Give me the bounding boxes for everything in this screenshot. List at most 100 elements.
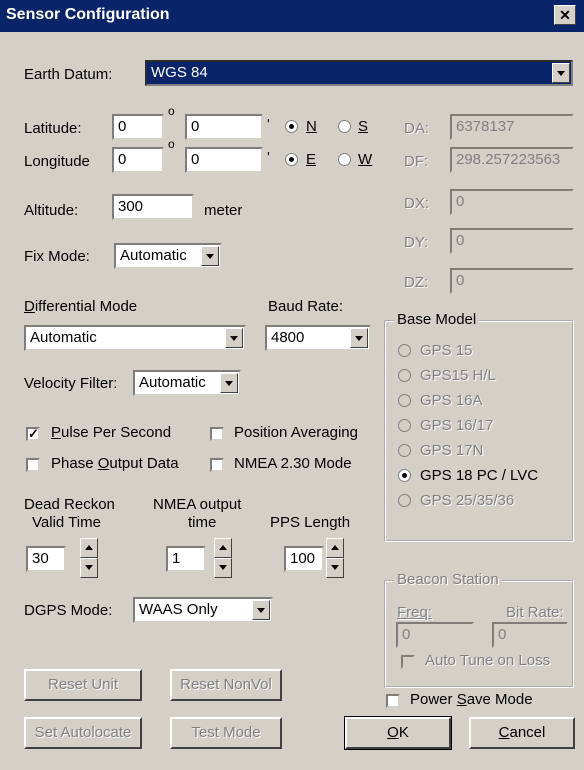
longitude-minutes-input[interactable]: 0 <box>185 147 263 173</box>
degree-symbol: o <box>168 137 175 151</box>
base-model-option-label: GPS 17N <box>420 442 484 459</box>
pulse-per-second-checkbox[interactable]: ✓ <box>26 427 40 441</box>
position-averaging-label: Position Averaging <box>234 424 358 441</box>
reset-unit-button[interactable]: Reset Unit <box>24 669 142 701</box>
nmea-230-mode-checkbox[interactable] <box>210 458 224 472</box>
altitude-unit: meter <box>204 202 243 219</box>
spin-down-icon[interactable] <box>214 558 232 578</box>
base-model-radio <box>398 419 411 432</box>
dead-reckon-input[interactable]: 30 <box>26 546 66 572</box>
da-label: DA: <box>404 120 430 137</box>
phase-output-data-checkbox[interactable] <box>26 458 40 472</box>
base-model-radio <box>398 344 411 357</box>
longitude-west-label: W <box>358 151 373 168</box>
pps-length-spinner[interactable] <box>326 538 344 578</box>
chevron-down-icon[interactable] <box>552 63 570 83</box>
baud-rate-label: Baud Rate: <box>268 298 344 315</box>
latitude-south-label: S <box>358 118 369 135</box>
cancel-button[interactable]: Cancel <box>469 717 575 749</box>
chevron-down-icon[interactable] <box>350 328 368 348</box>
phase-output-data-label: Phase Output Data <box>51 455 179 472</box>
longitude-degrees-input[interactable]: 0 <box>112 147 164 173</box>
position-averaging-checkbox[interactable] <box>210 427 224 441</box>
beacon-station-title: Beacon Station <box>394 571 502 588</box>
longitude-west-radio[interactable] <box>338 153 351 166</box>
base-model-option-label: GPS 18 PC / LVC <box>420 467 539 484</box>
freq-field: 0 <box>396 622 474 648</box>
dx-field: 0 <box>450 189 574 215</box>
base-model-radio[interactable] <box>398 469 411 482</box>
base-model-option-label: GPS 16/17 <box>420 417 494 434</box>
pulse-per-second-label: Pulse Per Second <box>51 424 172 441</box>
base-model-option-label: GPS 16A <box>420 392 483 409</box>
dgps-mode-label: DGPS Mode: <box>24 602 113 619</box>
power-save-mode-label: Power Save Mode <box>410 691 533 708</box>
latitude-minutes-input[interactable]: 0 <box>185 114 263 140</box>
base-model-option-label: GPS15 H/L <box>420 367 496 384</box>
velocity-filter-select[interactable]: Automatic <box>133 370 241 396</box>
set-autolocate-button[interactable]: Set Autolocate <box>24 717 142 749</box>
spin-up-icon[interactable] <box>214 538 232 558</box>
spin-down-icon[interactable] <box>326 558 344 578</box>
altitude-input[interactable]: 300 <box>112 194 194 220</box>
latitude-south-radio[interactable] <box>338 120 351 133</box>
nmea-230-mode-label: NMEA 2.30 Mode <box>234 455 352 472</box>
chevron-down-icon[interactable] <box>252 600 270 620</box>
base-model-radio <box>398 494 411 507</box>
latitude-degrees-input[interactable]: 0 <box>112 114 164 140</box>
nmea-output-spinner[interactable] <box>214 538 232 578</box>
fix-mode-select[interactable]: Automatic <box>114 243 222 269</box>
nmea-output-label-line2: time <box>188 514 217 531</box>
nmea-output-input[interactable]: 1 <box>166 546 206 572</box>
dead-reckon-label-line1: Dead Reckon <box>24 496 115 513</box>
dgps-mode-value: WAAS Only <box>139 601 218 618</box>
close-button[interactable]: ✕ <box>554 5 576 25</box>
auto-tune-label: Auto Tune on Loss <box>425 652 551 669</box>
spin-up-icon[interactable] <box>326 538 344 558</box>
pps-length-input[interactable]: 100 <box>284 546 324 572</box>
dy-label: DY: <box>404 234 429 251</box>
chevron-down-icon[interactable] <box>201 246 219 266</box>
baud-rate-select[interactable]: 4800 <box>265 325 371 351</box>
velocity-filter-value: Automatic <box>139 374 206 391</box>
dy-field: 0 <box>450 228 574 254</box>
fix-mode-label: Fix Mode: <box>24 248 90 265</box>
dz-field: 0 <box>450 268 574 294</box>
bit-rate-field: 0 <box>492 622 568 648</box>
dead-reckon-spinner[interactable] <box>80 538 98 578</box>
longitude-label: Longitude <box>24 153 90 170</box>
title-bar: Sensor Configuration ✕ <box>0 0 584 32</box>
ok-button[interactable]: OK <box>344 716 452 750</box>
chevron-down-icon[interactable] <box>225 328 243 348</box>
longitude-east-radio[interactable] <box>285 153 298 166</box>
minute-symbol: ' <box>267 149 270 166</box>
dead-reckon-label-line2: Valid Time <box>32 514 101 531</box>
spin-down-icon[interactable] <box>80 558 98 578</box>
base-model-option-label: GPS 15 <box>420 342 473 359</box>
differential-mode-value: Automatic <box>30 329 97 346</box>
velocity-filter-label: Velocity Filter: <box>24 375 118 392</box>
df-field: 298.257223563 <box>450 147 574 173</box>
spin-up-icon[interactable] <box>80 538 98 558</box>
base-model-title: Base Model <box>394 311 480 328</box>
differential-mode-label: Differential Mode <box>24 298 138 315</box>
reset-nonvol-button[interactable]: Reset NonVol <box>170 669 282 701</box>
pps-length-label: PPS Length <box>270 514 351 531</box>
dx-label: DX: <box>404 195 430 212</box>
differential-mode-select[interactable]: Automatic <box>24 325 246 351</box>
power-save-mode-checkbox[interactable] <box>386 694 400 708</box>
minute-symbol: ' <box>267 116 270 133</box>
earth-datum-label: Earth Datum: <box>24 66 113 83</box>
earth-datum-select[interactable]: WGS 84 <box>145 60 573 86</box>
dgps-mode-select[interactable]: WAAS Only <box>133 597 273 623</box>
latitude-north-radio[interactable] <box>285 120 298 133</box>
test-mode-button[interactable]: Test Mode <box>170 717 282 749</box>
da-field: 6378137 <box>450 114 574 140</box>
earth-datum-value: WGS 84 <box>151 64 208 81</box>
differential-mode-label-rest: ifferential Mode <box>34 298 138 315</box>
altitude-label: Altitude: <box>24 202 79 219</box>
base-model-radio <box>398 444 411 457</box>
sensor-configuration-dialog: Sensor Configuration ✕ Earth Datum: WGS … <box>0 0 584 770</box>
chevron-down-icon[interactable] <box>220 373 238 393</box>
base-model-radio <box>398 369 411 382</box>
